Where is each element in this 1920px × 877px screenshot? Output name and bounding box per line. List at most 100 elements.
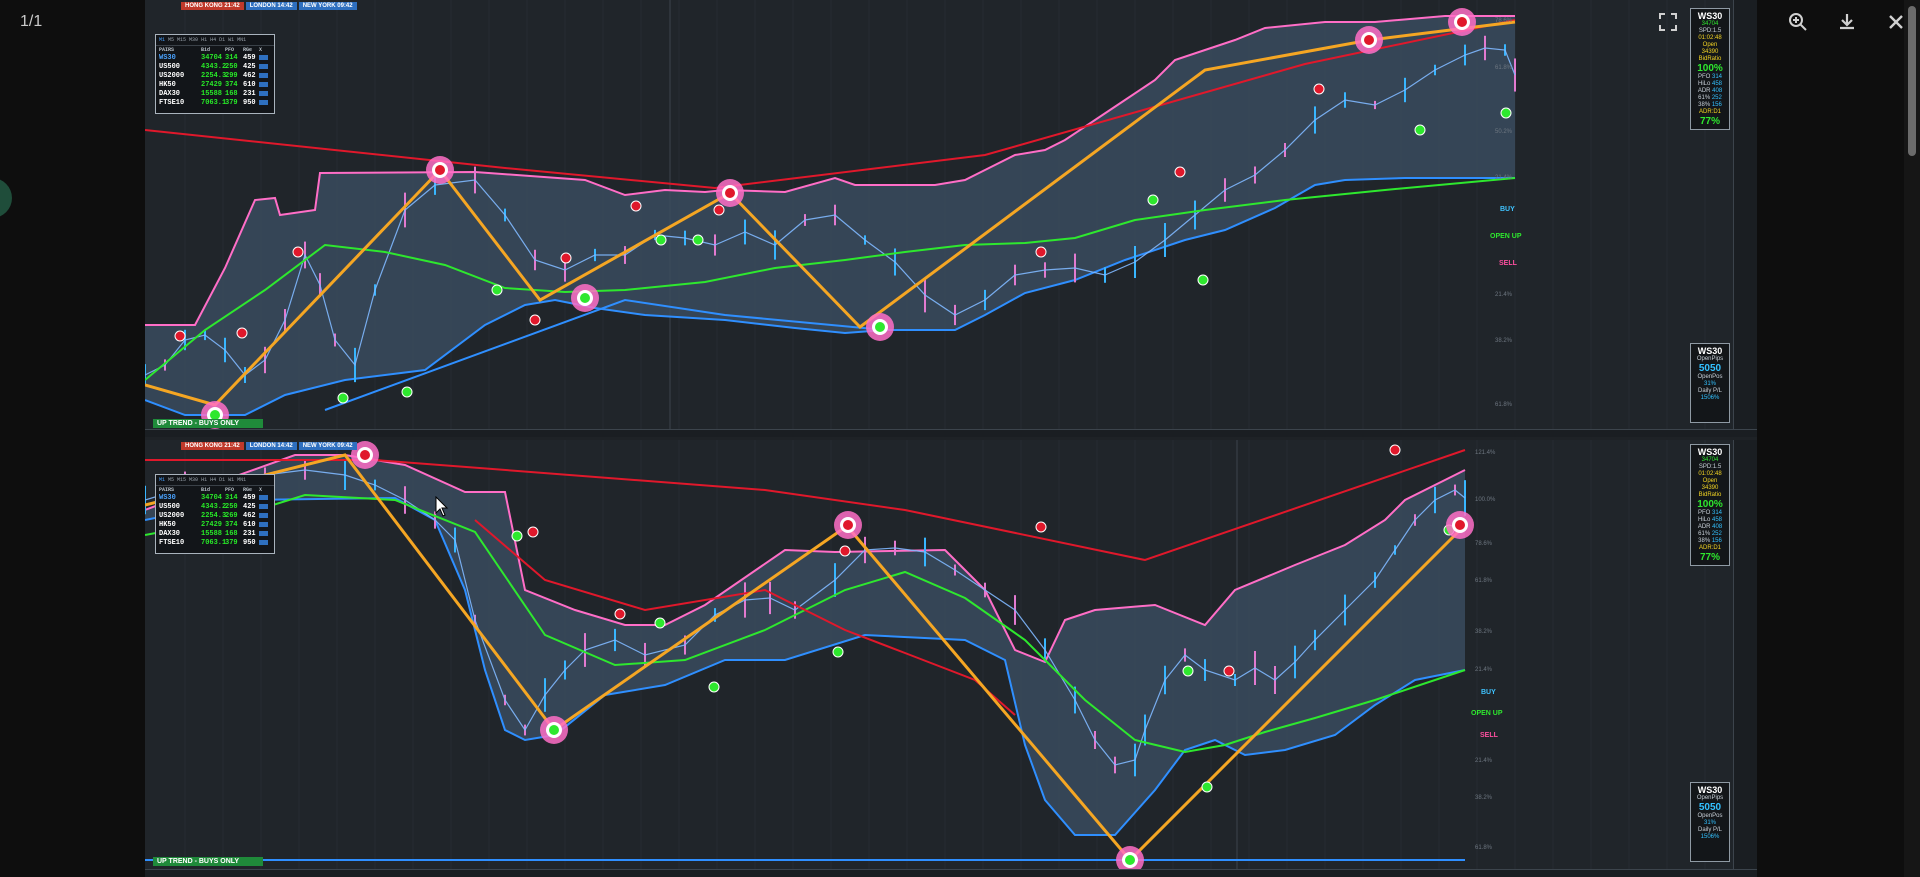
scrollbar-thumb[interactable] (1908, 6, 1916, 156)
pair-pfo: 314 (225, 494, 238, 502)
pair-row[interactable]: FTSE10 7063.1 379 950 (156, 539, 274, 548)
pair-bid: 4343.2 (201, 63, 227, 71)
info-spread: SPD:1.5 (1698, 28, 1722, 34)
pair-strength (259, 503, 273, 512)
timeframe-tab[interactable]: M30 (189, 37, 198, 43)
sell-dot (292, 246, 304, 258)
pair-rng: 950 (243, 99, 256, 107)
timeframe-tab[interactable]: M15 (177, 37, 186, 43)
timezone-hongkong: HONG KONG 21:42 (181, 442, 244, 450)
timeframe-tab[interactable]: M30 (189, 477, 198, 483)
buy-dot (655, 234, 667, 246)
column-header: RGe (243, 47, 253, 53)
pair-pfo: 374 (225, 521, 238, 529)
download-button[interactable] (1822, 0, 1871, 44)
fib-level: 78.6% (1475, 541, 1493, 547)
timeframe-tab[interactable]: W1 (228, 477, 234, 483)
info-stats: 38% 156 (1698, 538, 1722, 544)
timeframe-tab[interactable]: D1 (219, 37, 225, 43)
pair-rng: 425 (243, 503, 256, 511)
fib-level: 78.6% (1495, 18, 1513, 24)
timeframe-tab[interactable]: M1 (159, 477, 165, 483)
strength-bar (259, 513, 268, 518)
side-panel-tab[interactable] (0, 178, 12, 218)
pivot-center (843, 520, 853, 530)
pivot-center (1457, 17, 1467, 27)
timeframe-tab[interactable]: H1 (201, 37, 207, 43)
price-axis (1733, 440, 1757, 877)
vertical-scrollbar[interactable] (1904, 0, 1920, 877)
pair-row[interactable]: DAX30 15588 168 231 (156, 90, 274, 99)
timeframe-tab[interactable]: M5 (168, 477, 174, 483)
timeframe-tab[interactable]: H1 (201, 477, 207, 483)
timeframe-tab[interactable]: M15 (177, 477, 186, 483)
bottom-chart-canvas (145, 440, 1706, 874)
timeframe-tab[interactable]: H4 (210, 477, 216, 483)
strength-bar (259, 91, 268, 96)
zoom-in-button[interactable] (1773, 0, 1822, 44)
pair-rng: 459 (243, 54, 256, 62)
info-bidratio: 100% (1697, 63, 1723, 74)
fullscreen-button[interactable] (1643, 0, 1692, 44)
pair-row[interactable]: FTSE10 7063.1 379 950 (156, 99, 274, 108)
pair-strength (259, 63, 273, 72)
timeframe-tab[interactable]: W1 (228, 37, 234, 43)
pair-row[interactable]: WS30 34704 314 459 (156, 54, 274, 63)
pair-bid: 27429 (201, 81, 223, 89)
info-symbol: WS30 (1697, 346, 1723, 356)
column-header: PAIRS (159, 487, 175, 493)
pair-row[interactable]: US500 4343.2 250 425 (156, 503, 274, 512)
info-stats: ADR 408 (1697, 88, 1723, 94)
buy-dot (1500, 107, 1512, 119)
pair-row[interactable]: US2000 2254.3 269 462 (156, 512, 274, 521)
buy-dot (708, 681, 720, 693)
buy-dot (692, 234, 704, 246)
info-adr-label: ADR:D1 (1698, 545, 1721, 551)
pairs-dashboard: M1 M5 M15 M30 H1 H4 D1 W1 MN1 PAIRS Bid PFO RGe X WS30… (155, 474, 275, 554)
sell-dot (236, 327, 248, 339)
openpos-label: OpenPos (1697, 813, 1723, 819)
pivot-center (1455, 520, 1465, 530)
pair-row[interactable]: WS30 34704 314 459 (156, 494, 274, 503)
pair-bid: 15588 (201, 530, 223, 538)
fib-level: 61.8% (1475, 578, 1493, 584)
info-adr-percent: 77% (1699, 552, 1720, 563)
pair-pfo: 379 (225, 99, 238, 107)
fib-level: 121.4% (1475, 450, 1496, 456)
column-header: PFO (225, 487, 235, 493)
timeframe-tab[interactable]: H4 (210, 37, 216, 43)
pair-row[interactable]: HK50 27429 374 610 (156, 521, 274, 530)
timeframe-tab[interactable]: MN1 (237, 477, 246, 483)
pair-row[interactable]: US2000 2254.3 299 462 (156, 72, 274, 81)
timeframe-tab[interactable]: MN1 (237, 37, 246, 43)
info-symbol: WS30 (1697, 785, 1723, 795)
sell-dot (839, 545, 851, 557)
buy-dot (511, 530, 523, 542)
sell-dot (529, 314, 541, 326)
pair-row[interactable]: US500 4343.2 250 425 (156, 63, 274, 72)
pair-sym: DAX30 (159, 90, 181, 98)
fib-level: 61.8% (1495, 402, 1513, 408)
info-bidratio-label: BidRatio (1698, 56, 1722, 62)
viewer-toolbar (1658, 0, 1920, 44)
pivot-center (435, 165, 445, 175)
buy-dot (1197, 274, 1209, 286)
timeframe-tab[interactable]: M5 (168, 37, 174, 43)
timeframe-tab[interactable]: M1 (159, 37, 165, 43)
strength-bar (259, 504, 268, 509)
dailypl-label: Daily P/L (1697, 388, 1722, 394)
column-header: X (259, 47, 263, 53)
openpos-value: 31% (1703, 820, 1716, 826)
pair-strength (259, 494, 273, 503)
fib-level: 38.2% (1495, 338, 1513, 344)
column-header: Bid (201, 487, 211, 493)
pivot-center (1125, 855, 1135, 865)
info-stats: 38% 156 (1698, 102, 1722, 108)
timeframe-tab[interactable]: D1 (219, 477, 225, 483)
pair-row[interactable]: HK50 27429 374 610 (156, 81, 274, 90)
pair-row[interactable]: DAX30 15588 168 231 (156, 530, 274, 539)
pair-bid: 4343.2 (201, 503, 227, 511)
pairs-dashboard: M1 M5 M15 M30 H1 H4 D1 W1 MN1 PAIRS Bid PFO RGe X WS30… (155, 34, 275, 114)
column-header: X (259, 487, 263, 493)
dailypl-value: 1506% (1700, 395, 1720, 401)
